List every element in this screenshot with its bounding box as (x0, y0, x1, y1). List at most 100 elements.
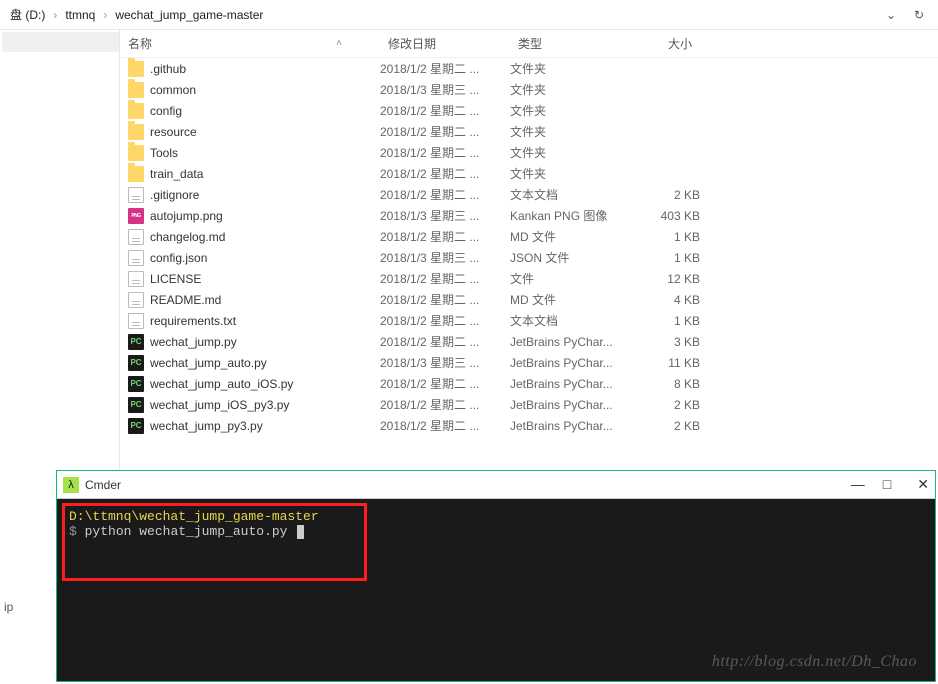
file-row[interactable]: PCwechat_jump_py3.py2018/1/2 星期二 ...JetB… (120, 415, 938, 436)
file-row[interactable]: .gitignore2018/1/2 星期二 ...文本文档2 KB (120, 184, 938, 205)
file-name-label: config.json (150, 251, 207, 265)
close-button[interactable]: ✕ (917, 476, 929, 493)
maximize-button[interactable]: □ (883, 476, 891, 493)
file-row[interactable]: autojump.png2018/1/3 星期三 ...Kankan PNG 图… (120, 205, 938, 226)
terminal-body[interactable]: D:\ttmnq\wechat_jump_game-master $ pytho… (57, 499, 935, 681)
file-size-cell: 1 KB (630, 314, 700, 328)
file-name-cell[interactable]: changelog.md (120, 229, 380, 245)
file-list-pane[interactable]: 名称 ˄ 修改日期 类型 大小 .github2018/1/2 星期二 ...文… (120, 30, 938, 470)
breadcrumb[interactable]: 盘 (D:) › ttmnq › wechat_jump_game-master (0, 0, 880, 29)
file-type-cell: Kankan PNG 图像 (510, 207, 630, 224)
column-header-size[interactable]: 大小 (630, 35, 700, 52)
file-name-cell[interactable]: autojump.png (120, 208, 380, 224)
file-type-cell: MD 文件 (510, 228, 630, 245)
chevron-right-icon: › (51, 8, 59, 22)
file-name-cell[interactable]: train_data (120, 166, 380, 182)
file-name-label: .gitignore (150, 188, 199, 202)
column-header-date[interactable]: 修改日期 (380, 35, 510, 52)
file-type-cell: JetBrains PyChar... (510, 398, 630, 412)
file-type-cell: JetBrains PyChar... (510, 356, 630, 370)
file-row[interactable]: resource2018/1/2 星期二 ...文件夹 (120, 121, 938, 142)
file-row[interactable]: LICENSE2018/1/2 星期二 ...文件12 KB (120, 268, 938, 289)
file-date-cell: 2018/1/2 星期二 ... (380, 60, 510, 77)
explorer-main: 名称 ˄ 修改日期 类型 大小 .github2018/1/2 星期二 ...文… (0, 30, 938, 470)
file-name-label: .github (150, 62, 186, 76)
file-row[interactable]: PCwechat_jump_auto.py2018/1/3 星期三 ...Jet… (120, 352, 938, 373)
minimize-button[interactable]: — (851, 476, 865, 493)
file-row[interactable]: Tools2018/1/2 星期二 ...文件夹 (120, 142, 938, 163)
file-name-cell[interactable]: PC wechat_jump_auto.py (120, 355, 380, 371)
window-controls: — □ ✕ (851, 476, 929, 493)
file-size-cell: 2 KB (630, 419, 700, 433)
py-icon: PC (128, 355, 144, 371)
sidebar-item[interactable] (2, 32, 119, 52)
folder-icon (128, 124, 144, 140)
file-name-label: train_data (150, 167, 203, 181)
file-type-cell: JetBrains PyChar... (510, 419, 630, 433)
file-name-cell[interactable]: common (120, 82, 380, 98)
file-size-cell: 1 KB (630, 230, 700, 244)
file-name-cell[interactable]: README.md (120, 292, 380, 308)
file-name-cell[interactable]: .github (120, 61, 380, 77)
file-row[interactable]: PCwechat_jump_iOS_py3.py2018/1/2 星期二 ...… (120, 394, 938, 415)
breadcrumb-segment[interactable]: wechat_jump_game-master (109, 0, 269, 30)
file-name-cell[interactable]: resource (120, 124, 380, 140)
file-name-cell[interactable]: .gitignore (120, 187, 380, 203)
file-name-label: wechat_jump_iOS_py3.py (150, 398, 289, 412)
column-header-type[interactable]: 类型 (510, 35, 630, 52)
column-header-name[interactable]: 名称 ˄ (120, 35, 380, 52)
file-name-cell[interactable]: PCwechat_jump.py (120, 334, 380, 350)
file-row[interactable]: requirements.txt2018/1/2 星期二 ...文本文档1 KB (120, 310, 938, 331)
address-bar: 盘 (D:) › ttmnq › wechat_jump_game-master… (0, 0, 938, 30)
refresh-icon[interactable]: ↻ (908, 4, 930, 26)
file-row[interactable]: PC wechat_jump_auto_iOS.py 2018/1/2 星期二 ..… (120, 373, 938, 394)
file-name-cell[interactable]: PCwechat_jump_py3.py (120, 418, 380, 434)
txt-icon (128, 187, 144, 203)
file-date-cell: 2018/1/2 星期二 ... (380, 123, 510, 140)
file-row[interactable]: config2018/1/2 星期二 ...文件夹 (120, 100, 938, 121)
file-name-cell[interactable]: LICENSE (120, 271, 380, 287)
folder-icon (128, 82, 144, 98)
file-name-cell[interactable]: PCwechat_jump_iOS_py3.py (120, 397, 380, 413)
file-row[interactable]: README.md2018/1/2 星期二 ...MD 文件4 KB (120, 289, 938, 310)
file-name-cell[interactable]: requirements.txt (120, 313, 380, 329)
txt-icon (128, 250, 144, 266)
breadcrumb-segment[interactable]: 盘 (D:) (4, 0, 51, 30)
file-date-cell: 2018/1/3 星期三 ... (380, 81, 510, 98)
breadcrumb-segment[interactable]: ttmnq (59, 0, 101, 30)
terminal-window[interactable]: λ Cmder — □ ✕ D:\ttmnq\wechat_jump_game-… (56, 470, 936, 682)
cmder-icon: λ (63, 477, 79, 493)
file-type-cell: JetBrains PyChar... (510, 335, 630, 349)
folder-icon (128, 166, 144, 182)
terminal-prompt: $ (69, 524, 77, 539)
file-type-cell: 文本文档 (510, 186, 630, 203)
file-date-cell: 2018/1/2 星期二 ... (380, 270, 510, 287)
file-type-cell: MD 文件 (510, 291, 630, 308)
file-row[interactable]: config.json2018/1/3 星期三 ...JSON 文件1 KB (120, 247, 938, 268)
file-date-cell: 2018/1/2 星期二 ... (380, 165, 510, 182)
file-row[interactable]: PCwechat_jump.py2018/1/2 星期二 ...JetBrain… (120, 331, 938, 352)
txt-icon (128, 271, 144, 287)
py-icon: PC (128, 376, 144, 392)
file-row[interactable]: train_data 2018/1/2 星期二 ...文件夹 (120, 163, 938, 184)
terminal-title: Cmder (85, 478, 121, 492)
file-row[interactable]: common2018/1/3 星期三 ...文件夹 (120, 79, 938, 100)
file-name-cell[interactable]: config.json (120, 250, 380, 266)
file-name-cell[interactable]: config (120, 103, 380, 119)
file-name-cell[interactable]: Tools (120, 145, 380, 161)
file-name-cell[interactable]: PC wechat_jump_auto_iOS.py (120, 376, 380, 392)
file-row[interactable]: .github2018/1/2 星期二 ...文件夹 (120, 58, 938, 79)
navigation-pane[interactable] (0, 30, 120, 470)
folder-icon (128, 145, 144, 161)
file-type-cell: 文件夹 (510, 165, 630, 182)
file-name-label: wechat_jump_auto_iOS.py (150, 377, 293, 391)
file-date-cell: 2018/1/2 星期二 ... (380, 375, 510, 392)
txt-icon (128, 229, 144, 245)
history-dropdown-icon[interactable]: ⌄ (880, 4, 902, 26)
column-headers: 名称 ˄ 修改日期 类型 大小 (120, 30, 938, 58)
file-name-label: wechat_jump_auto.py (150, 356, 267, 370)
file-row[interactable]: changelog.md2018/1/2 星期二 ...MD 文件1 KB (120, 226, 938, 247)
terminal-titlebar[interactable]: λ Cmder — □ ✕ (57, 471, 935, 499)
file-name-label: README.md (150, 293, 221, 307)
terminal-cursor (297, 525, 304, 539)
